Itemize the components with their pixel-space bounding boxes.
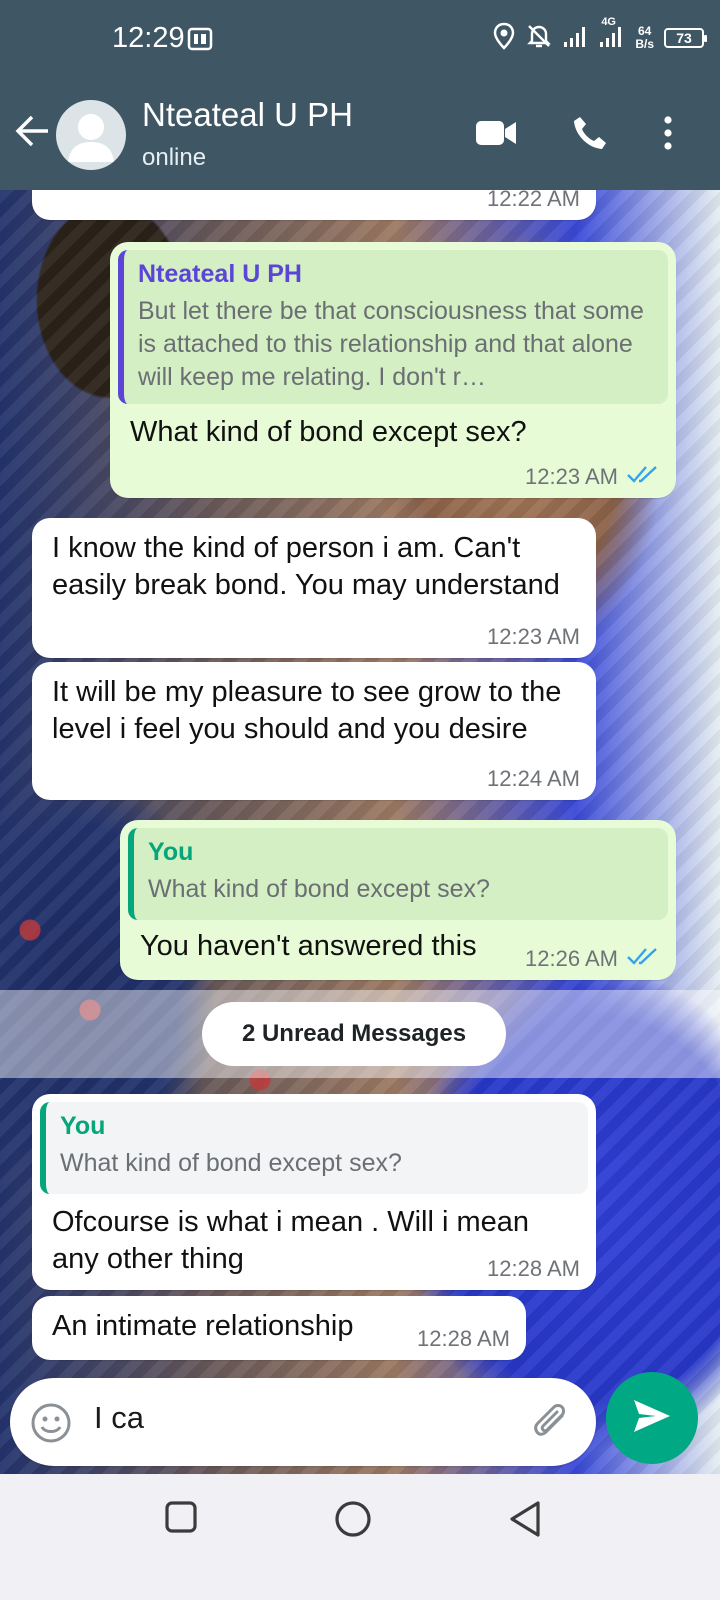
network-speed: 64 B/s bbox=[635, 25, 654, 51]
quoted-text: But let there be that consciousness that… bbox=[138, 297, 644, 391]
read-ticks-icon bbox=[626, 946, 660, 972]
quoted-message[interactable]: You What kind of bond except sex? bbox=[128, 828, 668, 920]
message-meta: 12:26 AM bbox=[525, 946, 660, 972]
screenshot-indicator-icon bbox=[187, 26, 213, 57]
message-time: 12:23 AM bbox=[487, 624, 580, 649]
message-bubble-outgoing[interactable]: Nteateal U PH But let there be that cons… bbox=[110, 242, 676, 498]
unread-divider: 2 Unread Messages bbox=[0, 990, 720, 1078]
message-time: 12:26 AM bbox=[525, 946, 618, 971]
send-button[interactable] bbox=[606, 1372, 698, 1464]
battery-icon: 73 bbox=[664, 28, 707, 48]
speed-unit: B/s bbox=[635, 37, 654, 51]
system-nav-bar bbox=[0, 1474, 720, 1600]
message-meta: 12:28 AM bbox=[417, 1326, 510, 1352]
emoji-icon[interactable] bbox=[30, 1402, 72, 1449]
more-options-icon[interactable] bbox=[664, 116, 672, 155]
message-meta: 12:22 AM bbox=[487, 190, 580, 212]
message-text: An intimate relationship bbox=[52, 1310, 354, 1342]
message-time: 12:24 AM bbox=[487, 766, 580, 791]
quoted-message[interactable]: Nteateal U PH But let there be that cons… bbox=[118, 250, 668, 404]
battery-level: 73 bbox=[676, 30, 692, 46]
home-icon[interactable] bbox=[334, 1500, 372, 1543]
message-meta: 12:28 AM bbox=[487, 1256, 580, 1282]
status-bar: 12:29 4G 64 B/s 73 bbox=[0, 0, 720, 80]
chat-header: Nteateal U PH online bbox=[0, 80, 720, 190]
message-time: 12:23 AM bbox=[525, 464, 618, 489]
top-bar: 12:29 4G 64 B/s 73 Nteateal U PH online bbox=[0, 0, 720, 190]
back-arrow-icon[interactable] bbox=[14, 114, 50, 153]
attachment-icon[interactable] bbox=[532, 1402, 574, 1449]
recents-icon[interactable] bbox=[164, 1500, 198, 1539]
network-type: 4G bbox=[601, 15, 616, 28]
voice-call-icon[interactable] bbox=[572, 115, 608, 156]
contact-avatar[interactable] bbox=[56, 100, 126, 170]
video-call-icon[interactable] bbox=[475, 118, 517, 153]
contact-status: online bbox=[142, 144, 207, 171]
message-time: 12:28 AM bbox=[417, 1326, 510, 1351]
back-nav-icon[interactable] bbox=[508, 1500, 542, 1543]
unread-messages-badge: 2 Unread Messages bbox=[202, 1002, 506, 1066]
read-ticks-icon bbox=[626, 464, 660, 490]
message-text: It will be my pleasure to see grow to th… bbox=[52, 676, 562, 745]
status-time: 12:29 bbox=[112, 22, 185, 54]
quoted-sender: You bbox=[60, 1112, 106, 1140]
message-bubble-outgoing[interactable]: You What kind of bond except sex? You ha… bbox=[120, 820, 676, 980]
contact-name[interactable]: Nteateal U PH bbox=[142, 96, 353, 134]
message-text: You haven't answered this bbox=[140, 930, 477, 962]
message-time: 12:22 AM bbox=[487, 190, 580, 211]
message-text: What kind of bond except sex? bbox=[130, 416, 527, 448]
message-bubble-incoming[interactable]: It will be my pleasure to see grow to th… bbox=[32, 662, 596, 800]
message-text: I know the kind of person i am. Can't ea… bbox=[52, 532, 560, 601]
quoted-sender: You bbox=[148, 838, 194, 866]
message-meta: 12:23 AM bbox=[525, 464, 660, 490]
message-bubble-incoming[interactable]: I know the kind of person i am. Can't ea… bbox=[32, 518, 596, 658]
message-input[interactable] bbox=[94, 1400, 514, 1436]
signal-4g-icon: 4G bbox=[599, 16, 625, 53]
message-bubble-incoming[interactable]: You What kind of bond except sex? Ofcour… bbox=[32, 1094, 596, 1290]
quoted-message[interactable]: You What kind of bond except sex? bbox=[40, 1102, 588, 1194]
mute-bell-icon bbox=[525, 22, 553, 55]
quoted-text: What kind of bond except sex? bbox=[148, 875, 490, 903]
message-meta: 12:23 AM bbox=[487, 624, 580, 650]
location-icon bbox=[493, 22, 515, 55]
message-composer[interactable] bbox=[10, 1378, 596, 1466]
chat-area[interactable]: 12:22 AM Nteateal U PH But let there be … bbox=[0, 190, 720, 1502]
message-bubble-incoming[interactable]: An intimate relationship 12:28 AM bbox=[32, 1296, 526, 1360]
message-bubble-incoming[interactable]: 12:22 AM bbox=[32, 190, 596, 220]
message-time: 12:28 AM bbox=[487, 1256, 580, 1281]
message-meta: 12:24 AM bbox=[487, 766, 580, 792]
quoted-text: What kind of bond except sex? bbox=[60, 1149, 402, 1177]
signal-icon bbox=[563, 24, 589, 53]
send-icon bbox=[632, 1398, 672, 1439]
quoted-sender: Nteateal U PH bbox=[138, 260, 302, 288]
